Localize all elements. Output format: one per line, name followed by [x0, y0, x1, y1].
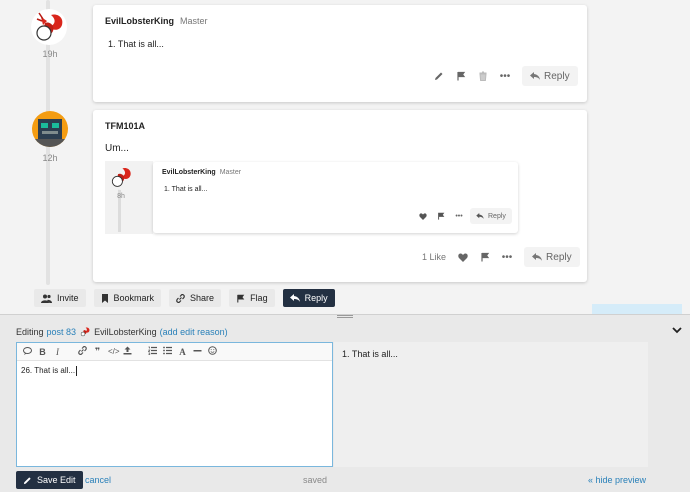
post-actions: ••• Reply [428, 66, 578, 86]
share-button[interactable]: Share [169, 289, 222, 307]
bookmark-label: Bookmark [113, 293, 155, 303]
more-dots-icon[interactable]: ••• [450, 206, 468, 226]
post-age: 12h [42, 153, 58, 163]
bookmark-icon [101, 293, 108, 303]
quote-username[interactable]: EvilLobsterKing Master [162, 169, 241, 176]
flag-label: Flag [250, 293, 268, 303]
post-body: 1. That is all... [108, 39, 164, 49]
save-status: saved [303, 475, 328, 485]
editor-content: 26. That is all... [21, 366, 76, 376]
progress-indicator[interactable] [592, 304, 682, 314]
edit-reason-link[interactable]: (add edit reason) [160, 327, 228, 337]
italic-icon[interactable]: I [53, 347, 62, 357]
editing-label: Editing [16, 327, 44, 337]
composer-header: Editing post 83 EvilLobsterKing (add edi… [16, 327, 228, 337]
editor-toolbar: B I ❞ </> A [17, 343, 332, 361]
preview-content: 1. That is all... [342, 349, 398, 359]
collapse-chevron-icon[interactable] [672, 326, 682, 337]
edit-pencil-icon[interactable] [428, 66, 450, 86]
more-dots-icon[interactable]: ••• [494, 66, 516, 86]
blockquote-icon[interactable]: ❞ [93, 346, 102, 357]
hide-preview-link[interactable]: « hide preview [588, 475, 646, 485]
ordered-list-icon[interactable] [147, 346, 157, 357]
emoji-icon[interactable] [208, 346, 217, 357]
text-caret [76, 366, 78, 376]
lobster-icon [80, 327, 90, 337]
more-dots-icon[interactable]: ••• [496, 247, 518, 267]
lobster-avatar[interactable] [108, 164, 134, 190]
like-count[interactable]: 1 Like [422, 252, 446, 262]
bookmark-button[interactable]: Bookmark [93, 289, 162, 307]
editor-area: B I ❞ </> A 26. That is all... [16, 342, 333, 467]
heart-icon[interactable] [452, 247, 474, 267]
robot-avatar[interactable] [32, 111, 68, 147]
reply-arrow-icon [530, 72, 540, 80]
code-icon[interactable]: </> [108, 347, 120, 356]
reply-arrow-icon [289, 294, 300, 302]
composer-resize-grip[interactable] [337, 315, 353, 318]
reply-label: Reply [544, 70, 570, 82]
pencil-icon [23, 476, 31, 484]
bullet-list-icon[interactable] [163, 346, 172, 357]
reply-arrow-icon [476, 213, 484, 219]
flag-icon [237, 294, 245, 303]
post-reply-button[interactable]: Reply [522, 66, 578, 86]
quote-body: 1. That is all... [164, 186, 208, 193]
username-link[interactable]: EvilLobsterKing [162, 169, 216, 176]
flag-button[interactable]: Flag [229, 289, 275, 307]
post-username[interactable]: TFM101A [105, 121, 145, 131]
post-username[interactable]: EvilLobsterKing Master [105, 16, 208, 26]
horizontal-rule-icon[interactable] [193, 346, 202, 357]
bold-icon[interactable]: B [38, 347, 47, 357]
heart-icon[interactable] [414, 206, 432, 226]
user-rank: Master [219, 169, 242, 176]
link-icon[interactable] [78, 345, 87, 357]
username-link[interactable]: TFM101A [105, 121, 145, 131]
post-age: 19h [42, 49, 58, 59]
quote-actions: ••• Reply [414, 206, 512, 226]
reply-label: Reply [304, 293, 328, 303]
username-link[interactable]: EvilLobsterKing [105, 16, 174, 26]
quote-age: 8h [117, 193, 125, 200]
flag-icon[interactable] [450, 66, 472, 86]
trash-icon[interactable] [472, 66, 494, 86]
save-edit-button[interactable]: Save Edit [16, 471, 83, 489]
cancel-link[interactable]: cancel [85, 475, 111, 485]
reply-arrow-icon [532, 253, 543, 261]
save-label: Save Edit [37, 475, 76, 485]
reply-label: Reply [488, 212, 506, 220]
topic-footer-buttons: Invite Bookmark Share Flag Reply [34, 289, 335, 307]
topic-reply-button[interactable]: Reply [282, 289, 335, 307]
upload-icon[interactable] [123, 346, 132, 357]
flag-icon[interactable] [474, 247, 496, 267]
flag-icon[interactable] [432, 206, 450, 226]
post-reply-button[interactable]: Reply [524, 247, 580, 267]
invite-label: Invite [57, 293, 79, 303]
link-icon [176, 293, 185, 303]
reply-label: Reply [546, 251, 572, 263]
font-icon[interactable]: A [178, 347, 187, 357]
user-rank: Master [180, 16, 208, 26]
users-icon [41, 294, 52, 303]
quote-bubble-icon[interactable] [23, 346, 32, 357]
post-body: Um... [105, 143, 129, 154]
lobster-avatar[interactable] [31, 9, 67, 45]
quote-reply-button[interactable]: Reply [470, 208, 512, 224]
editor-textarea[interactable]: 26. That is all... [17, 361, 332, 381]
share-label: Share [190, 293, 215, 303]
composer-username: EvilLobsterKing [94, 327, 157, 337]
invite-button[interactable]: Invite [34, 289, 86, 307]
post-link[interactable]: post 83 [47, 327, 77, 337]
preview-pane: 1. That is all... [334, 342, 648, 467]
post-actions: 1 Like ••• Reply [422, 247, 580, 267]
